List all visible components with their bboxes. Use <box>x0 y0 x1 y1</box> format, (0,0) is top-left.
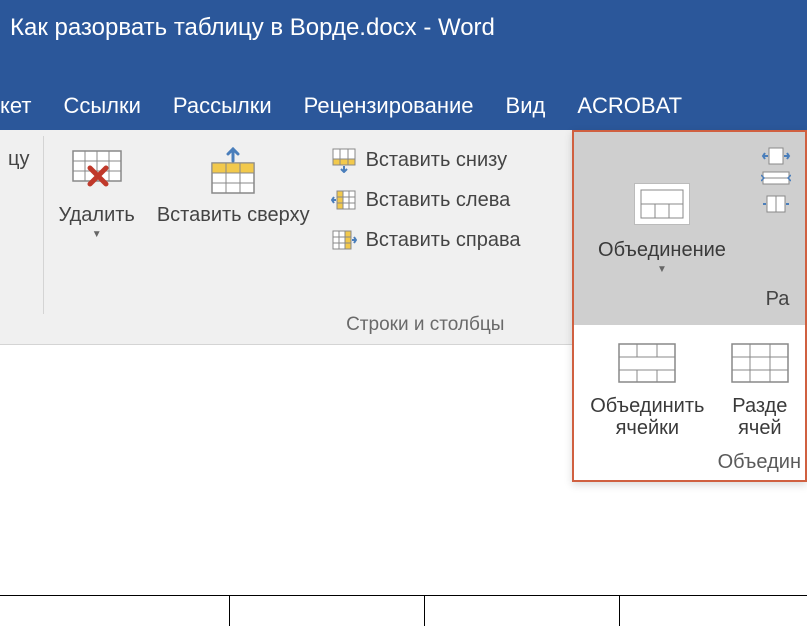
tab-acrobat[interactable]: ACROBAT <box>577 87 682 125</box>
size-group-partial: Ра <box>750 132 805 325</box>
insert-row-above-icon <box>205 144 261 200</box>
partial-button-left[interactable]: цу <box>0 138 37 310</box>
insert-below-button[interactable]: Вставить снизу <box>324 142 527 178</box>
title-bar: Как разорвать таблицу в Ворде.docx - Wor… <box>0 0 807 55</box>
split-cells-big-icon <box>727 339 793 387</box>
tab-mailings[interactable]: Рассылки <box>173 87 272 125</box>
ribbon-tabs: кет Ссылки Рассылки Рецензирование Вид A… <box>0 55 807 130</box>
merge-cells-icon <box>634 183 690 225</box>
merge-dropdown-panel: Объединение ▼ Ра <box>572 130 807 482</box>
merge-split-button[interactable]: Объединение ▼ <box>574 132 750 325</box>
insert-right-button[interactable]: Вставить справа <box>324 222 527 258</box>
tab-references[interactable]: Ссылки <box>63 87 140 125</box>
delete-button[interactable]: Удалить ▼ <box>50 138 142 310</box>
document-area[interactable] <box>0 595 807 625</box>
insert-column-left-icon <box>330 186 358 214</box>
ribbon: цу Удалить ▼ Вставить сверху <box>0 130 807 345</box>
tab-layout-partial[interactable]: кет <box>0 87 31 125</box>
split-cells-item[interactable]: Разде ячей <box>721 335 799 443</box>
merge-group-label: Объедин <box>574 443 805 480</box>
dropdown-arrow-icon: ▼ <box>657 264 667 275</box>
distribute-cols-icon <box>761 194 795 218</box>
distribute-rows-icon <box>761 170 795 194</box>
merge-cells-big-icon <box>614 339 680 387</box>
merge-cells-item[interactable]: Объединить ячейки <box>580 335 715 443</box>
dropdown-arrow-icon: ▼ <box>92 229 102 240</box>
insert-row-below-icon <box>330 146 358 174</box>
insert-left-button[interactable]: Вставить слева <box>324 182 527 218</box>
tab-review[interactable]: Рецензирование <box>304 87 474 125</box>
document-table[interactable] <box>0 596 807 626</box>
table-delete-icon <box>69 144 125 200</box>
tab-view[interactable]: Вид <box>506 87 546 125</box>
insert-above-button[interactable]: Вставить сверху <box>149 138 318 310</box>
window-title: Как разорвать таблицу в Ворде.docx - Wor… <box>10 14 495 42</box>
autofit-icon <box>761 146 795 170</box>
insert-column-right-icon <box>330 226 358 254</box>
